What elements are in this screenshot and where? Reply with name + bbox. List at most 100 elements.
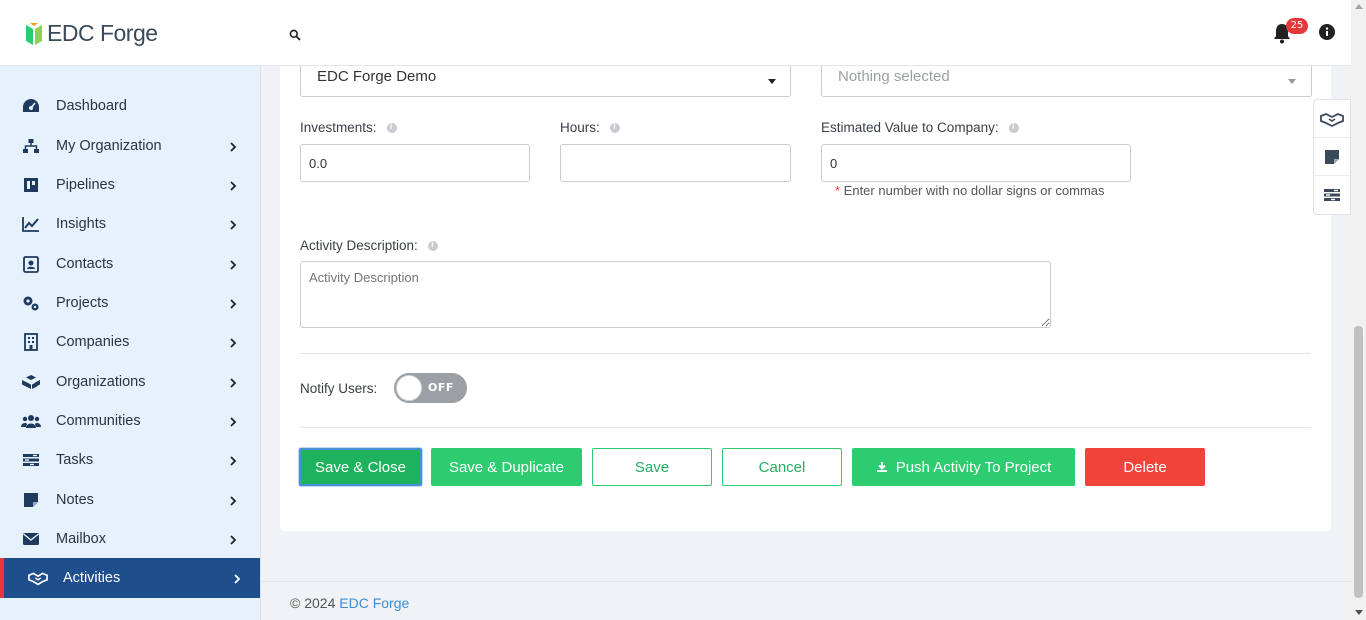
sidebar-item-label: Projects (56, 295, 109, 311)
notification-badge: 25 (1286, 18, 1308, 34)
help-icon[interactable] (609, 122, 620, 133)
sidebar-item-mailbox[interactable]: Mailbox (0, 519, 260, 559)
sidebar: Dashboard My Organization Pipelines Insi… (0, 66, 261, 620)
organization-select[interactable]: EDC Forge Demo (300, 66, 791, 97)
sidebar-item-pipelines[interactable]: Pipelines (0, 165, 260, 205)
scroll-up-arrow-icon[interactable] (1355, 4, 1363, 9)
sidebar-item-activities[interactable]: Activities (0, 558, 260, 598)
delete-button[interactable]: Delete (1085, 448, 1205, 486)
sidebar-item-notes[interactable]: Notes (0, 480, 260, 520)
top-header: EDC Forge 25 (0, 0, 1351, 66)
sidebar-item-contacts[interactable]: Contacts (0, 244, 260, 284)
copyright-text: © 2024 (290, 595, 336, 611)
caret-down-icon (1288, 79, 1296, 84)
sidebar-item-companies[interactable]: Companies (0, 322, 260, 362)
sidebar-item-label: My Organization (56, 138, 162, 154)
estimated-value-label: Estimated Value to Company: (821, 120, 1019, 135)
investments-label: Investments: (300, 120, 397, 135)
chevron-right-icon (229, 294, 237, 313)
chevron-right-icon (229, 255, 237, 274)
estimated-value-input[interactable] (821, 144, 1131, 182)
brand-name: EDC Forge (47, 20, 158, 46)
save-button[interactable]: Save (592, 448, 712, 486)
brand-logo[interactable]: EDC Forge (24, 20, 158, 47)
logo-mark-icon (26, 22, 42, 45)
sidebar-item-label: Pipelines (56, 177, 115, 193)
push-activity-label: Push Activity To Project (895, 458, 1052, 476)
envelope-icon (21, 529, 41, 549)
save-label: Save (634, 458, 670, 476)
line-chart-icon (21, 214, 41, 234)
quick-actions-panel (1313, 99, 1351, 215)
quick-note-button[interactable] (1314, 138, 1350, 176)
activity-description-textarea[interactable] (300, 261, 1051, 328)
scroll-down-arrow-icon[interactable] (1355, 610, 1363, 615)
chevron-right-icon (229, 215, 237, 234)
help-icon[interactable] (427, 240, 438, 251)
note-icon (21, 490, 41, 510)
footer-brand-link[interactable]: EDC Forge (339, 595, 409, 611)
description-label-text: Activity Description: (300, 238, 418, 253)
save-close-label: Save & Close (315, 458, 406, 476)
divider (300, 353, 1311, 354)
cancel-label: Cancel (758, 458, 806, 476)
footer-copyright: © 2024 EDC Forge (290, 595, 409, 611)
note-icon (1325, 149, 1339, 164)
notify-users-label: Notify Users: (300, 381, 377, 396)
page-footer: © 2024 EDC Forge (261, 581, 1351, 620)
delete-label: Delete (1123, 458, 1167, 476)
sidebar-item-communities[interactable]: Communities (0, 401, 260, 441)
hours-label: Hours: (560, 120, 620, 135)
estimated-value-hint: * Enter number with no dollar signs or c… (835, 183, 1105, 198)
hours-input[interactable] (560, 144, 791, 182)
sidebar-item-label: Mailbox (56, 531, 106, 547)
toggle-state: OFF (428, 381, 454, 394)
chevron-right-icon (229, 412, 237, 431)
description-label: Activity Description: (300, 238, 438, 253)
download-icon (876, 462, 887, 472)
search-icon[interactable] (289, 26, 301, 45)
sidebar-item-label: Communities (56, 413, 141, 429)
sidebar-item-projects[interactable]: Projects (0, 283, 260, 323)
investments-input[interactable] (300, 144, 530, 182)
chevron-right-icon (229, 137, 237, 156)
sidebar-item-label: Contacts (56, 256, 114, 272)
divider (300, 427, 1311, 428)
help-icon[interactable] (1008, 122, 1019, 133)
cancel-button[interactable]: Cancel (722, 448, 842, 486)
sidebar-item-tasks[interactable]: Tasks (0, 440, 260, 480)
save-duplicate-button[interactable]: Save & Duplicate (431, 448, 582, 486)
sidebar-item-label: Dashboard (56, 98, 127, 114)
chevron-right-icon (229, 176, 237, 195)
users-icon (21, 411, 41, 431)
chevron-right-icon (229, 373, 237, 392)
sidebar-item-my-organization[interactable]: My Organization (0, 126, 260, 166)
secondary-select[interactable]: Nothing selected (821, 66, 1312, 97)
chevron-right-icon (233, 569, 241, 588)
quick-activity-button[interactable] (1314, 100, 1350, 138)
quick-task-button[interactable] (1314, 176, 1350, 214)
notify-users-toggle[interactable]: OFF (394, 373, 467, 403)
save-close-button[interactable]: Save & Close (299, 448, 422, 486)
sidebar-item-label: Insights (56, 216, 106, 232)
contact-card-icon (21, 254, 41, 274)
info-icon[interactable] (1319, 24, 1335, 44)
pipeline-icon (21, 175, 41, 195)
sidebar-item-organizations[interactable]: Organizations (0, 362, 260, 402)
gears-icon (21, 293, 41, 313)
cubes-icon (21, 372, 41, 392)
notify-users-label-text: Notify Users: (300, 381, 378, 396)
handshake-icon (28, 568, 48, 588)
sidebar-item-insights[interactable]: Insights (0, 204, 260, 244)
secondary-select-placeholder: Nothing selected (838, 68, 950, 85)
help-icon[interactable] (386, 122, 397, 133)
handshake-icon (1320, 112, 1344, 127)
scroll-thumb[interactable] (1354, 326, 1363, 598)
push-activity-button[interactable]: Push Activity To Project (852, 448, 1075, 486)
tasks-icon (1324, 189, 1340, 201)
sidebar-item-label: Activities (63, 570, 121, 586)
dashboard-icon (21, 96, 41, 116)
page-scrollbar[interactable] (1351, 0, 1366, 620)
sidebar-item-dashboard[interactable]: Dashboard (0, 86, 260, 126)
sidebar-item-label: Tasks (56, 452, 94, 468)
